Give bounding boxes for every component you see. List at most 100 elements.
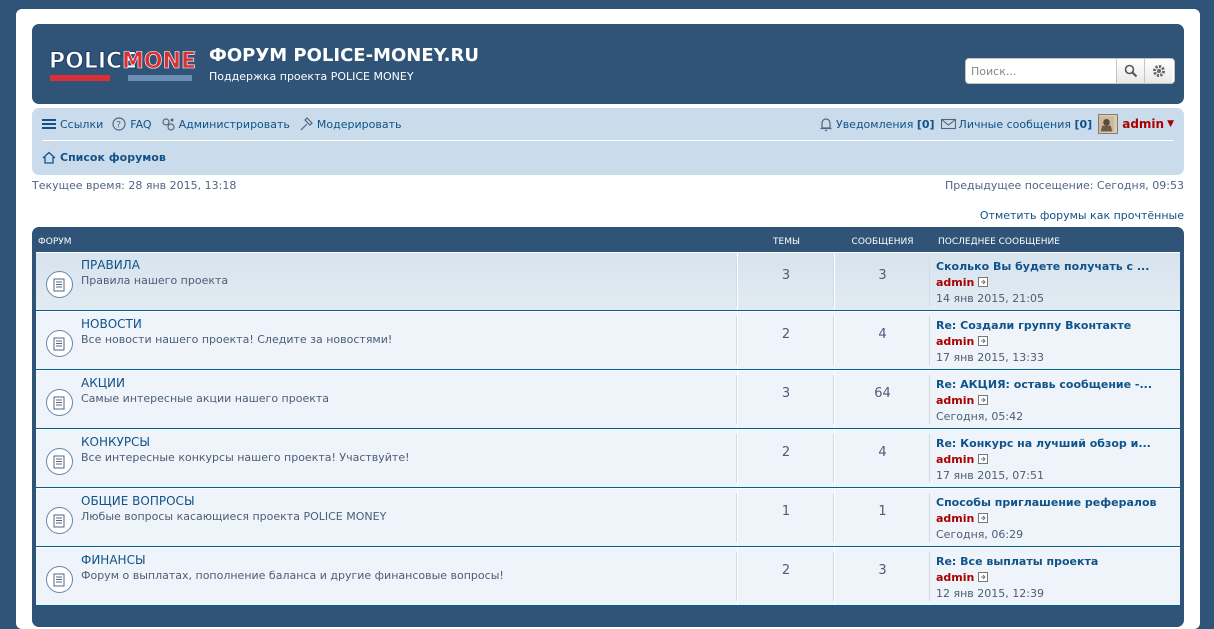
forum-topics-count: 3 xyxy=(738,371,835,428)
breadcrumb-label: Список форумов xyxy=(60,151,166,164)
nav-faq-label: FAQ xyxy=(130,117,152,131)
forum-row: КОНКУРСЫ Все интересные конкурсы нашего … xyxy=(36,429,1180,488)
navbar: Ссылки ? FAQ Администрировать Модерирова… xyxy=(32,108,1184,175)
forum-row: АКЦИИ Самые интересные акции нашего прое… xyxy=(36,370,1180,429)
last-post-author[interactable]: admin xyxy=(936,512,974,525)
forum-read-icon xyxy=(46,330,73,357)
forum-rows: ПРАВИЛА Правила нашего проекта 3 3 Сколь… xyxy=(36,252,1180,606)
nav-faq[interactable]: ? FAQ xyxy=(112,116,152,132)
nav-admin-label: Администрировать xyxy=(178,117,290,131)
last-post-author[interactable]: admin xyxy=(936,571,974,584)
forum-row: ОБЩИЕ ВОПРОСЫ Любые вопросы касающиеся п… xyxy=(36,488,1180,547)
forum-title[interactable]: НОВОСТИ xyxy=(81,317,142,331)
forum-description: Самые интересные акции нашего проекта xyxy=(81,392,330,405)
nav-moderate-label: Модерировать xyxy=(316,117,402,131)
forum-title[interactable]: ОБЩИЕ ВОПРОСЫ xyxy=(81,494,195,508)
mark-forums-read-link[interactable]: Отметить форумы как прочтённые xyxy=(980,209,1184,222)
forum-read-icon xyxy=(46,448,73,475)
current-time: Текущее время: 28 янв 2015, 13:18 xyxy=(32,179,237,192)
forum-last-post: Re: Конкурс на лучший обзор и... admin 1… xyxy=(930,430,1180,487)
forum-topics-count: 3 xyxy=(738,253,835,310)
forum-read-icon xyxy=(46,566,73,593)
forum-posts-count: 4 xyxy=(835,430,930,487)
last-post-title[interactable]: Re: Все выплаты проекта xyxy=(936,555,1180,568)
view-latest-post-icon[interactable] xyxy=(978,513,989,524)
forum-topics-count: 2 xyxy=(738,548,835,605)
breadcrumb: Список форумов xyxy=(42,141,1174,174)
notifications-label: Уведомления xyxy=(835,117,914,131)
search-input[interactable] xyxy=(966,59,1116,83)
view-latest-post-icon[interactable] xyxy=(978,395,989,406)
view-latest-post-icon[interactable] xyxy=(978,454,989,465)
last-post-author[interactable]: admin xyxy=(936,276,974,289)
moderate-icon xyxy=(300,116,313,130)
header-topics: ТЕМЫ xyxy=(773,237,800,247)
site-description: Поддержка проекта POLICE MONEY xyxy=(209,70,414,83)
last-post-title[interactable]: Способы приглашение рефералов xyxy=(936,496,1180,509)
view-latest-post-icon[interactable] xyxy=(978,572,989,583)
forum-read-icon xyxy=(46,271,73,298)
forum-last-post: Сколько Вы будете получать с ... admin 1… xyxy=(930,253,1180,310)
forum-row: ПРАВИЛА Правила нашего проекта 3 3 Сколь… xyxy=(36,252,1180,311)
svg-text:?: ? xyxy=(117,120,122,130)
forum-topics-count: 1 xyxy=(738,489,835,546)
last-post-time: Сегодня, 05:42 xyxy=(936,410,1024,423)
forum-posts-count: 3 xyxy=(835,253,930,310)
menu-icon xyxy=(42,119,56,129)
nav-moderate[interactable]: Модерировать xyxy=(299,116,402,132)
forum-description: Все новости нашего проекта! Следите за н… xyxy=(81,333,393,346)
messages-count: [0] xyxy=(1074,117,1093,131)
last-post-title[interactable]: Re: АКЦИЯ: оставь сообщение -... xyxy=(936,378,1180,391)
forum-row: НОВОСТИ Все новости нашего проекта! След… xyxy=(36,311,1180,370)
time-info: Текущее время: 28 янв 2015, 13:18 Предыд… xyxy=(32,179,1184,195)
view-latest-post-icon[interactable] xyxy=(978,277,989,288)
nav-messages[interactable]: Личные сообщения [0] xyxy=(940,117,1093,131)
nav-links[interactable]: Ссылки xyxy=(42,118,103,131)
breadcrumb-board-index[interactable]: Список форумов xyxy=(42,151,166,164)
mark-read-row: Отметить форумы как прочтённые xyxy=(32,209,1184,223)
user-menu[interactable]: admin ▼ xyxy=(1098,114,1174,134)
nav-admin[interactable]: Администрировать xyxy=(161,117,290,132)
site-title[interactable]: ФОРУМ POLICE-MONEY.RU xyxy=(209,45,479,66)
view-latest-post-icon[interactable] xyxy=(978,336,989,347)
forum-description: Любые вопросы касающиеся проекта POLICE … xyxy=(81,510,387,523)
forum-title[interactable]: КОНКУРСЫ xyxy=(81,435,150,449)
avatar xyxy=(1098,114,1119,134)
advanced-search-button[interactable] xyxy=(1144,59,1172,83)
forum-list-header: ФОРУМ ТЕМЫ СООБЩЕНИЯ ПОСЛЕДНЕЕ СООБЩЕНИЕ xyxy=(36,227,1180,252)
username: admin xyxy=(1122,117,1165,131)
bell-icon xyxy=(820,117,832,131)
last-post-title[interactable]: Сколько Вы будете получать с ... xyxy=(936,260,1180,273)
forum-topics-count: 2 xyxy=(738,430,835,487)
nav-notifications[interactable]: Уведомления [0] xyxy=(819,117,935,132)
forum-title[interactable]: ФИНАНСЫ xyxy=(81,553,146,567)
forum-read-icon xyxy=(46,389,73,416)
forum-title[interactable]: АКЦИИ xyxy=(81,376,125,390)
nav-user-area: Уведомления [0] Личные сообщения [0] adm… xyxy=(819,114,1174,134)
forum-description: Правила нашего проекта xyxy=(81,274,229,287)
last-post-title[interactable]: Re: Создали группу Вконтакте xyxy=(936,319,1180,332)
forum-description: Форум о выплатах, пополнение баланса и д… xyxy=(81,569,504,582)
search-box xyxy=(965,58,1175,84)
last-post-author[interactable]: admin xyxy=(936,394,974,407)
search-button[interactable] xyxy=(1116,59,1144,83)
messages-label: Личные сообщения xyxy=(958,117,1071,131)
forum-list: ФОРУМ ТЕМЫ СООБЩЕНИЯ ПОСЛЕДНЕЕ СООБЩЕНИЕ… xyxy=(32,227,1184,627)
forum-read-icon xyxy=(46,507,73,534)
site-logo[interactable]: POLICE MONEY xyxy=(48,42,213,84)
last-post-title[interactable]: Re: Конкурс на лучший обзор и... xyxy=(936,437,1180,450)
forum-title[interactable]: ПРАВИЛА xyxy=(81,258,140,272)
last-visit: Предыдущее посещение: Сегодня, 09:53 xyxy=(944,179,1184,192)
search-icon xyxy=(1124,64,1137,78)
last-post-time: 12 янв 2015, 12:39 xyxy=(936,587,1044,600)
gear-icon xyxy=(1152,65,1165,77)
forum-row: ФИНАНСЫ Форум о выплатах, пополнение бал… xyxy=(36,547,1180,606)
forum-posts-count: 3 xyxy=(835,548,930,605)
header-forum: ФОРУМ xyxy=(38,237,72,247)
header-posts: СООБЩЕНИЯ xyxy=(851,237,914,247)
forum-last-post: Re: Создали группу Вконтакте admin 17 ян… xyxy=(930,312,1180,369)
last-post-author[interactable]: admin xyxy=(936,335,974,348)
nav-links-row: Ссылки ? FAQ Администрировать Модерирова… xyxy=(42,108,1174,141)
header-last-post: ПОСЛЕДНЕЕ СООБЩЕНИЕ xyxy=(938,237,1060,247)
last-post-author[interactable]: admin xyxy=(936,453,974,466)
